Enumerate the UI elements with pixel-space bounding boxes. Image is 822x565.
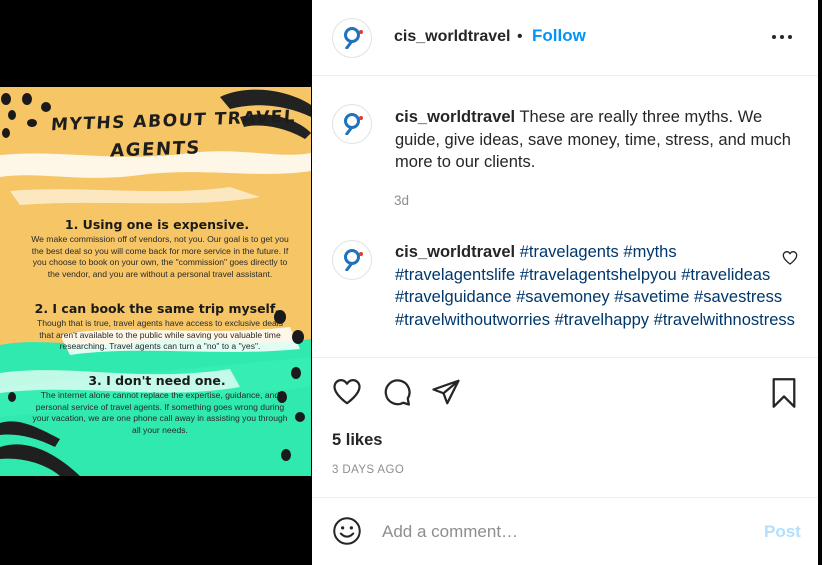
myth1-heading: 1. Using one is expensive. <box>64 217 250 232</box>
avatar[interactable] <box>332 18 372 58</box>
header-username-link[interactable]: cis_worldtravel <box>394 28 511 46</box>
hashtag-link[interactable]: #savestress <box>694 288 782 306</box>
globe-logo-icon <box>344 249 363 271</box>
post-details-panel: cis_worldtravel • Follow cis_worldtravel… <box>312 0 818 565</box>
comment-input[interactable] <box>382 518 752 546</box>
add-comment-bar: Post <box>312 497 818 565</box>
globe-logo-icon <box>344 113 363 135</box>
caption-text: cis_worldtravel These are really three m… <box>395 106 795 174</box>
follow-button[interactable]: Follow <box>532 26 586 46</box>
bookmark-icon[interactable] <box>770 377 798 409</box>
hashtag-link[interactable]: #travelwithnostress <box>654 311 795 329</box>
myth3-body: The internet alone cannot replace the ex… <box>32 390 288 435</box>
like-comment-heart-icon[interactable] <box>782 250 798 266</box>
avatar[interactable] <box>332 240 372 280</box>
caption-username-link[interactable]: cis_worldtravel <box>395 108 515 126</box>
hashtag-link[interactable]: #travelagents <box>520 243 619 261</box>
post-comment-button[interactable]: Post <box>764 522 801 542</box>
myth1-body: We make commission off of vendors, not y… <box>31 234 289 279</box>
hashtag-link[interactable]: #travelwithoutworries <box>395 311 550 329</box>
heart-icon[interactable] <box>332 377 362 407</box>
comment-username-link[interactable]: cis_worldtravel <box>395 243 515 261</box>
comment-icon[interactable] <box>382 377 412 407</box>
avatar[interactable] <box>332 104 372 144</box>
more-options-icon[interactable] <box>772 35 794 41</box>
hashtag-link[interactable]: #savetime <box>614 288 689 306</box>
hashtag-link[interactable]: #myths <box>623 243 676 261</box>
globe-logo-icon <box>344 27 363 49</box>
hashtag-link[interactable]: #travelhappy <box>555 311 649 329</box>
likes-count[interactable]: 5 likes <box>332 431 382 450</box>
smiley-icon[interactable] <box>332 516 362 546</box>
post-header: cis_worldtravel • Follow <box>312 0 818 76</box>
share-icon[interactable] <box>431 377 461 407</box>
myth3-heading: 3. I don't need one. <box>88 373 226 388</box>
caption-timestamp[interactable]: 3d <box>394 193 409 208</box>
post-image[interactable]: MYTHS ABOUT TRAVEL AGENTS 1. Using one i… <box>0 87 311 476</box>
myth2-body: Though that is true, travel agents have … <box>36 318 283 352</box>
hashtag-link[interactable]: #travelideas <box>681 266 770 284</box>
hashtag-link[interactable]: #travelagentshelpyou <box>520 266 677 284</box>
hashtag-link[interactable]: #travelguidance <box>395 288 512 306</box>
separator-dot: • <box>517 28 523 45</box>
post-date[interactable]: 3 DAYS AGO <box>332 464 404 476</box>
hashtag-link[interactable]: #savemoney <box>516 288 610 306</box>
post-actions: 5 likes 3 DAYS AGO <box>312 357 818 497</box>
hashtag-link[interactable]: #travelagentslife <box>395 266 515 284</box>
comment-text: cis_worldtravel #travelagents #myths #tr… <box>395 241 795 331</box>
myth2-heading: 2. I can book the same trip myself. <box>34 301 280 316</box>
